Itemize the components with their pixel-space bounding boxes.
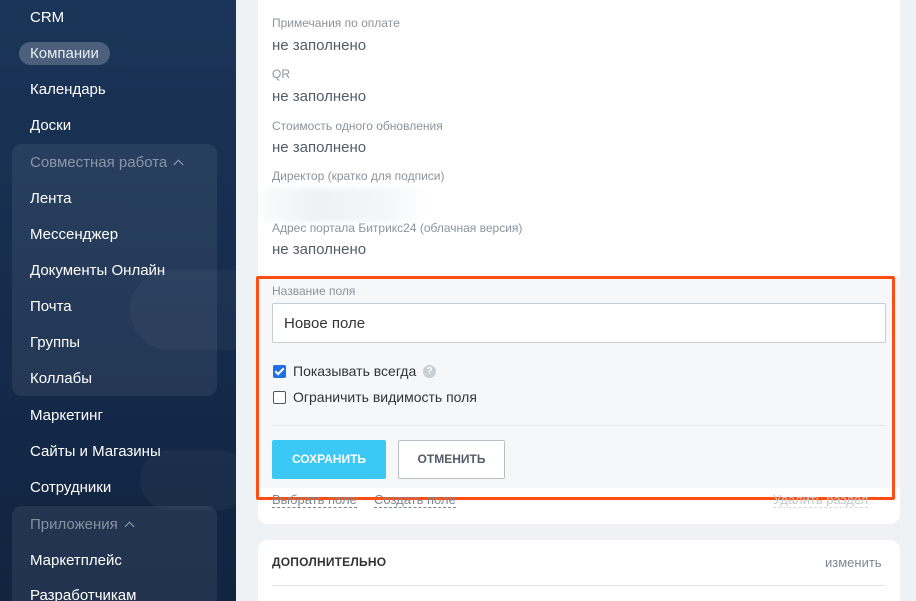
field-value-payment-notes[interactable]: не заполнено: [272, 37, 366, 54]
field-label-portal-address: Адрес портала Битрикс24 (облачная версия…: [272, 221, 523, 235]
field-value-portal-address[interactable]: не заполнено: [272, 241, 366, 258]
sidebar-item-collabs[interactable]: Коллабы: [30, 370, 92, 387]
group-title-label: Совместная работа: [30, 154, 168, 171]
sidebar: CRM Компании Календарь Доски Совместная …: [0, 0, 236, 601]
delete-section-link[interactable]: Удалить раздел: [773, 492, 869, 508]
sidebar-item-mail[interactable]: Почта: [30, 298, 72, 315]
chevron-up-icon: [124, 521, 135, 532]
sidebar-group-applications[interactable]: Приложения: [30, 516, 135, 533]
additional-section-title: ДОПОЛНИТЕЛЬНО: [272, 555, 387, 569]
highlight-frame: [256, 276, 895, 500]
divider: [272, 585, 886, 586]
additional-card: [258, 540, 900, 601]
sidebar-item-calendar[interactable]: Календарь: [30, 81, 106, 98]
field-label-director: Директор (кратко для подписи): [272, 169, 445, 183]
sidebar-item-marketplace[interactable]: Маркетплейс: [30, 552, 122, 569]
sidebar-item-boards[interactable]: Доски: [30, 117, 71, 134]
create-field-link[interactable]: Создать поле: [374, 492, 456, 508]
sidebar-item-docs-online[interactable]: Документы Онлайн: [30, 262, 165, 279]
sidebar-item-crm[interactable]: CRM: [30, 9, 64, 26]
sidebar-item-employees[interactable]: Сотрудники: [30, 479, 111, 496]
field-value-director-blurred: [262, 188, 430, 222]
sidebar-item-sites-stores[interactable]: Сайты и Магазины: [30, 443, 161, 460]
sidebar-item-companies[interactable]: Компании: [19, 42, 110, 65]
additional-edit-link[interactable]: изменить: [825, 555, 882, 570]
field-label-update-cost: Стоимость одного обновления: [272, 119, 443, 133]
sidebar-item-groups[interactable]: Группы: [30, 334, 80, 351]
field-value-update-cost[interactable]: не заполнено: [272, 139, 366, 156]
sidebar-item-messenger[interactable]: Мессенджер: [30, 226, 118, 243]
sidebar-item-marketing[interactable]: Маркетинг: [30, 407, 103, 424]
chevron-up-icon: [173, 159, 184, 170]
sidebar-item-feed[interactable]: Лента: [30, 190, 72, 207]
sidebar-group-collaboration[interactable]: Совместная работа: [30, 154, 184, 171]
group-title-label: Приложения: [30, 516, 118, 533]
field-label-qr: QR: [272, 67, 290, 81]
select-field-link[interactable]: Выбрать поле: [272, 492, 357, 508]
field-value-qr[interactable]: не заполнено: [272, 88, 366, 105]
sidebar-item-developers[interactable]: Разработчикам: [30, 587, 136, 601]
field-label-payment-notes: Примечания по оплате: [272, 16, 400, 30]
